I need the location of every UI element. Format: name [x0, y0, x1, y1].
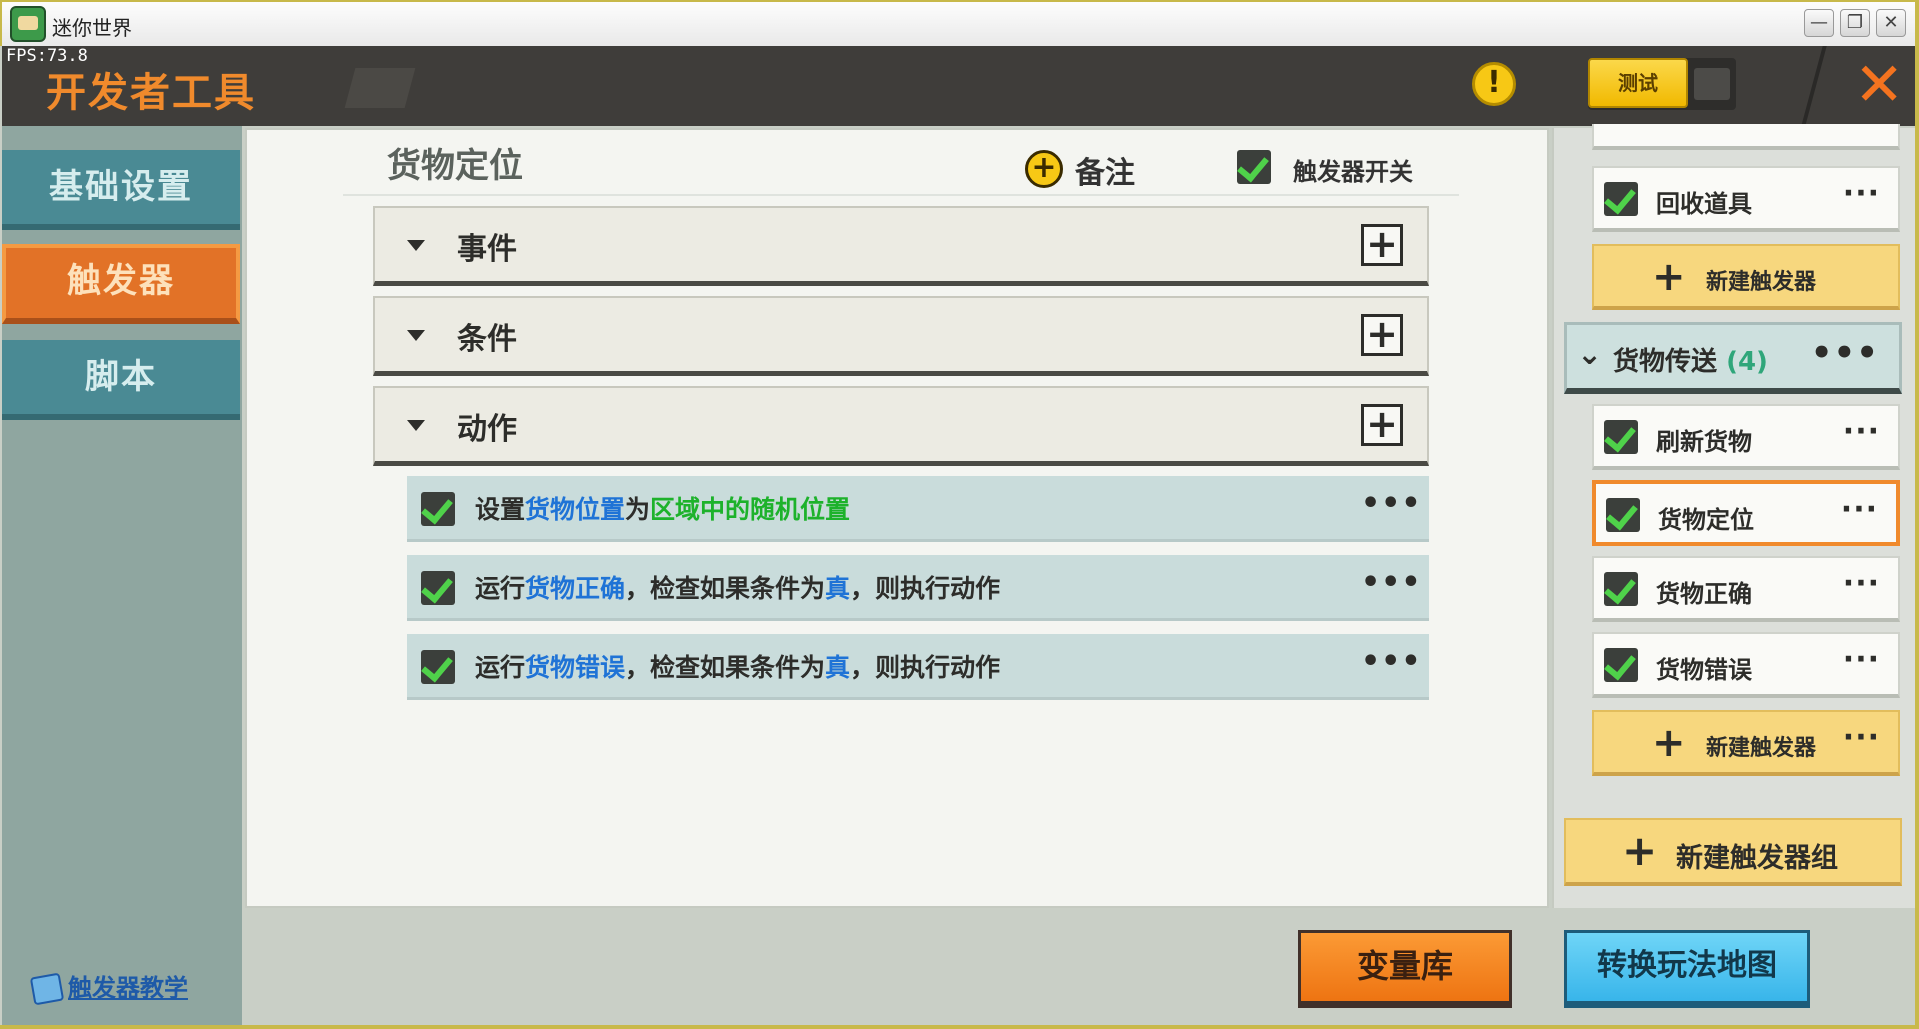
chevron-down-icon[interactable]: ⌄ — [1577, 337, 1602, 372]
trigger-switch-label: 触发器开关 — [1293, 158, 1413, 186]
trigger-label: 货物错误 — [1656, 656, 1752, 684]
test-toggle[interactable]: 测试 — [1588, 58, 1736, 110]
more-options-icon[interactable]: ··· — [1841, 492, 1878, 527]
collapse-triangle-icon[interactable] — [407, 420, 425, 431]
trigger-label: 货物正确 — [1656, 580, 1752, 608]
plus-icon: + — [1652, 254, 1686, 300]
toggle-knob — [1694, 68, 1730, 100]
more-options-icon[interactable]: ••• — [1361, 644, 1422, 679]
add-condition-button[interactable]: + — [1361, 314, 1403, 356]
section-conditions[interactable]: 条件 + — [373, 296, 1429, 376]
new-trigger-label: 新建触发器 — [1706, 270, 1817, 295]
plus-icon: + — [1622, 826, 1658, 875]
trigger-list-panel: 回收道具 ··· + 新建触发器 ⌄ 货物传送 (4) ••• 刷新货物 ···… — [1552, 124, 1916, 908]
divider — [343, 194, 1459, 196]
minimize-button[interactable]: — — [1804, 9, 1834, 37]
more-options-icon[interactable]: ••• — [1361, 565, 1422, 600]
more-options-icon[interactable]: ··· — [1843, 720, 1880, 755]
more-options-icon[interactable]: ··· — [1843, 176, 1880, 211]
plus-icon: + — [1652, 720, 1686, 766]
trigger-enabled-checkbox[interactable] — [1604, 648, 1638, 682]
action-row[interactable]: 运行货物错误，检查如果条件为真，则执行动作 ••• — [407, 634, 1429, 700]
trigger-editor: 货物定位 + 备注 触发器开关 事件 + 条件 + 动作 + 设置货物位置为区域… — [245, 128, 1549, 908]
section-label: 动作 — [457, 412, 517, 447]
trigger-label: 回收道具 — [1656, 190, 1752, 218]
app-icon — [10, 6, 46, 42]
trigger-label: 刷新货物 — [1656, 428, 1752, 456]
list-item-partial[interactable] — [1592, 124, 1900, 150]
action-row[interactable]: 运行货物正确，检查如果条件为真，则执行动作 ••• — [407, 555, 1429, 621]
variable-library-button[interactable]: 变量库 — [1298, 930, 1512, 1008]
window-title: 迷你世界 — [52, 16, 132, 40]
window-frame — [1915, 0, 1919, 1029]
section-label: 条件 — [457, 322, 517, 357]
new-group-label: 新建触发器组 — [1676, 843, 1838, 874]
more-options-icon[interactable]: ••• — [1361, 486, 1422, 521]
new-trigger-group-button[interactable]: + 新建触发器组 — [1564, 818, 1902, 886]
trigger-item[interactable]: 货物错误 ··· — [1592, 632, 1900, 698]
group-label: 货物传送 (4) — [1613, 347, 1768, 377]
section-actions[interactable]: 动作 + — [373, 386, 1429, 466]
header-bar: FPS:73.8 开发者工具 ! 测试 ✕ — [2, 46, 1917, 126]
trigger-name: 货物定位 — [387, 146, 523, 186]
collapse-triangle-icon[interactable] — [407, 240, 425, 251]
header-divider — [1801, 46, 1827, 126]
trigger-item-recycle[interactable]: 回收道具 ··· — [1592, 166, 1900, 232]
action-text[interactable]: 设置货物位置为区域中的随机位置 — [475, 490, 850, 526]
window-frame — [0, 1025, 1919, 1029]
trigger-item-selected[interactable]: 货物定位 ··· — [1592, 480, 1900, 546]
close-icon[interactable]: ✕ — [1854, 52, 1904, 118]
section-label: 事件 — [457, 232, 517, 267]
trigger-tutorial-link[interactable]: 触发器教学 — [29, 968, 188, 1006]
header-decoration — [344, 68, 416, 108]
sidebar-item-basic-settings[interactable]: 基础设置 — [2, 150, 240, 230]
tutorial-label: 触发器教学 — [68, 974, 188, 1002]
convert-map-button[interactable]: 转换玩法地图 — [1564, 930, 1810, 1008]
page-title: 开发者工具 — [46, 70, 256, 116]
trigger-enabled-checkbox[interactable] — [1606, 498, 1640, 532]
trigger-item[interactable]: 刷新货物 ··· — [1592, 404, 1900, 470]
action-enabled-checkbox[interactable] — [421, 650, 455, 684]
warning-icon[interactable]: ! — [1472, 62, 1516, 106]
trigger-switch-checkbox[interactable] — [1237, 150, 1271, 184]
sidebar-item-script[interactable]: 脚本 — [2, 340, 240, 420]
more-options-icon[interactable]: ··· — [1843, 642, 1880, 677]
trigger-label: 货物定位 — [1658, 506, 1754, 534]
more-options-icon[interactable]: ··· — [1843, 414, 1880, 449]
action-enabled-checkbox[interactable] — [421, 492, 455, 526]
action-text[interactable]: 运行货物错误，检查如果条件为真，则执行动作 — [475, 648, 1000, 684]
action-text[interactable]: 运行货物正确，检查如果条件为真，则执行动作 — [475, 569, 1000, 605]
new-trigger-button[interactable]: + 新建触发器 ··· — [1592, 710, 1900, 776]
collapse-triangle-icon[interactable] — [407, 330, 425, 341]
trigger-enabled-checkbox[interactable] — [1604, 182, 1638, 216]
action-enabled-checkbox[interactable] — [421, 571, 455, 605]
window-title-bar: 迷你世界 — ❐ ✕ — [0, 0, 1919, 46]
trigger-group-header[interactable]: ⌄ 货物传送 (4) ••• — [1564, 322, 1902, 394]
add-action-button[interactable]: + — [1361, 404, 1403, 446]
note-label[interactable]: 备注 — [1075, 148, 1135, 192]
action-row[interactable]: 设置货物位置为区域中的随机位置 ••• — [407, 476, 1429, 542]
book-icon — [29, 972, 65, 1006]
test-button[interactable]: 测试 — [1588, 58, 1688, 108]
sidebar-item-triggers[interactable]: 触发器 — [2, 244, 240, 324]
trigger-enabled-checkbox[interactable] — [1604, 420, 1638, 454]
section-events[interactable]: 事件 + — [373, 206, 1429, 286]
add-note-icon[interactable]: + — [1025, 150, 1063, 188]
maximize-button[interactable]: ❐ — [1840, 9, 1870, 37]
new-trigger-button[interactable]: + 新建触发器 — [1592, 244, 1900, 310]
more-options-icon[interactable]: ••• — [1811, 333, 1879, 373]
more-options-icon[interactable]: ··· — [1843, 566, 1880, 601]
sidebar: 基础设置 触发器 脚本 触发器教学 — [2, 126, 242, 1026]
add-event-button[interactable]: + — [1361, 224, 1403, 266]
close-window-button[interactable]: ✕ — [1876, 9, 1906, 37]
trigger-enabled-checkbox[interactable] — [1604, 572, 1638, 606]
new-trigger-label: 新建触发器 — [1706, 736, 1817, 761]
trigger-item[interactable]: 货物正确 ··· — [1592, 556, 1900, 622]
